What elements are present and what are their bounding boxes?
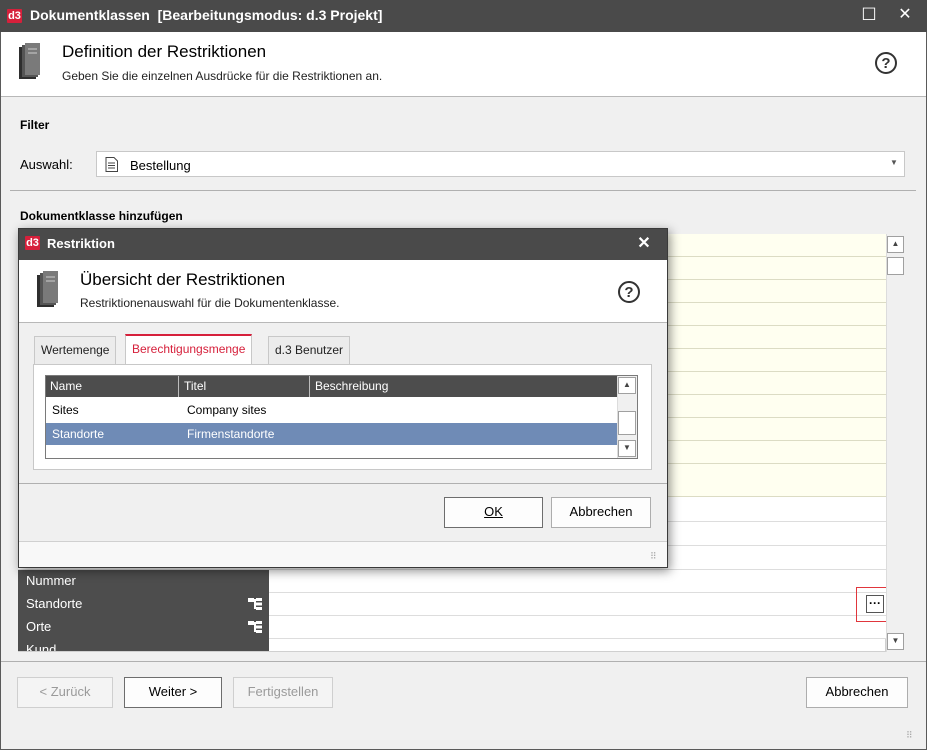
tab-d3-benutzer[interactable]: d.3 Benutzer — [268, 336, 351, 364]
scroll-thumb[interactable] — [887, 257, 904, 275]
cell-titel: Company sites — [187, 403, 267, 417]
ok-button[interactable]: OK — [444, 497, 543, 528]
auswahl-value: Bestellung — [130, 158, 191, 173]
page-title: Definition der Restriktionen — [62, 42, 267, 61]
cell-titel: Firmenstandorte — [187, 427, 275, 441]
dialog-title-bar — [19, 229, 667, 260]
property-label-clip: Kund — [18, 639, 269, 651]
standorte-label-text: Standorte — [26, 596, 83, 611]
dialog-separator — [19, 483, 667, 484]
list-row-standorte[interactable]: Standorte Firmenstandorte — [46, 423, 617, 445]
dialog-close-button[interactable]: ✕ — [627, 229, 661, 260]
close-button[interactable]: ✕ — [888, 0, 922, 32]
column-header-titel[interactable]: Titel — [180, 376, 310, 397]
dialog-status-bar — [19, 541, 667, 567]
filter-section-label: Filter — [20, 118, 50, 132]
list-scroll-thumb[interactable] — [618, 411, 636, 435]
window-title-text: Dokumentklassen — [30, 7, 150, 23]
back-button[interactable]: < Zurück — [17, 677, 113, 708]
dialog-help-icon[interactable]: ? — [618, 281, 640, 303]
ellipsis-button[interactable]: ··· — [866, 595, 884, 613]
auswahl-select[interactable]: Bestellung ▼ — [96, 151, 905, 177]
tab-berechtigungsmenge[interactable]: Berechtigungsmenge — [125, 334, 253, 364]
column-header-name[interactable]: Name — [46, 376, 179, 397]
grid-scrollbar[interactable] — [886, 234, 905, 652]
list-scroll-down-button[interactable]: ▼ — [618, 440, 636, 457]
maximize-button[interactable]: ☐ — [852, 0, 886, 32]
doc-class-section-label: Dokumentklasse hinzufügen — [20, 209, 183, 223]
window-mode-text: [Bearbeitungsmodus: d.3 Projekt] — [157, 7, 383, 23]
scroll-down-button[interactable]: ▼ — [887, 633, 904, 650]
dialog-header-subtitle: Restriktionenauswahl für die Dokumentenk… — [80, 296, 340, 310]
tree-structure-icon — [248, 621, 262, 633]
dialog-resize-grip-icon[interactable]: ⠿ — [650, 551, 657, 562]
list-row-sites[interactable]: Sites Company sites — [46, 399, 617, 422]
dialog-title: Restriktion — [47, 236, 115, 251]
property-label-nummer[interactable]: Nummer — [18, 570, 269, 593]
cancel-button[interactable]: Abbrechen — [806, 677, 908, 708]
property-label-kund[interactable]: Kund — [18, 639, 269, 651]
list-scroll-up-button[interactable]: ▲ — [618, 377, 636, 394]
dialog-cancel-button[interactable]: Abbrechen — [551, 497, 651, 528]
footer-separator — [1, 661, 926, 662]
resize-grip-icon[interactable]: ⠿ — [906, 730, 913, 741]
property-label-standorte[interactable]: Standorte — [18, 593, 269, 616]
d3-logo-icon: d3 — [25, 236, 40, 250]
tab-wertemenge[interactable]: Wertemenge — [34, 336, 117, 364]
d3-logo-icon: d3 — [7, 9, 22, 23]
document-icon — [105, 157, 118, 172]
cell-name: Standorte — [52, 427, 105, 441]
dialog-header-title: Übersicht der Restriktionen — [80, 270, 286, 289]
orte-label-text: Orte — [26, 619, 52, 634]
property-value-orte[interactable] — [269, 616, 886, 639]
help-icon[interactable]: ? — [875, 52, 897, 74]
scroll-up-button[interactable]: ▲ — [887, 236, 904, 253]
property-value-standorte[interactable] — [269, 593, 886, 616]
cell-name: Sites — [52, 403, 79, 417]
ok-label: OK — [484, 504, 503, 519]
window-title: Dokumentklassen [Bearbeitungsmodus: d.3 … — [30, 7, 382, 23]
tree-structure-icon — [248, 598, 262, 610]
document-binder-icon — [37, 271, 58, 307]
property-value-nummer[interactable] — [269, 570, 886, 593]
property-label-orte[interactable]: Orte — [18, 616, 269, 639]
column-header-beschreibung[interactable]: Beschreibung — [311, 376, 617, 397]
next-button[interactable]: Weiter > — [124, 677, 222, 708]
chevron-down-icon: ▼ — [890, 158, 898, 167]
auswahl-label: Auswahl: — [20, 157, 73, 172]
document-binder-icon — [19, 43, 40, 79]
page-subtitle: Geben Sie die einzelnen Ausdrücke für di… — [62, 69, 383, 83]
list-header: Name Titel Beschreibung — [46, 376, 617, 397]
separator — [10, 190, 916, 191]
finish-button[interactable]: Fertigstellen — [233, 677, 333, 708]
